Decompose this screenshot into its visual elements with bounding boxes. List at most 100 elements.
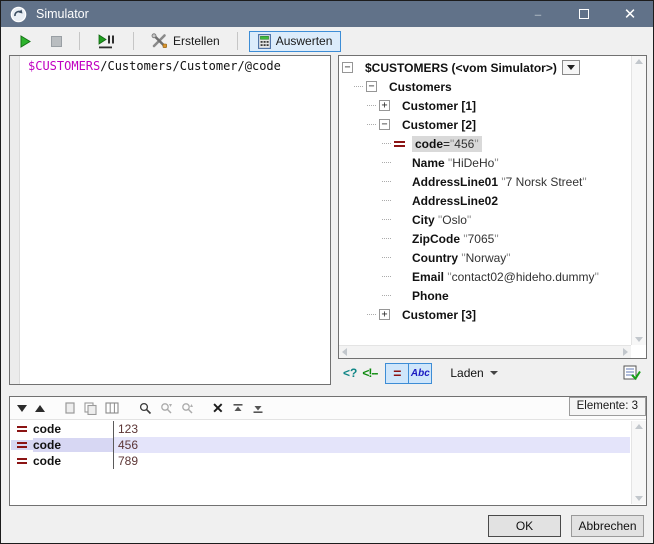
stop-icon bbox=[51, 36, 62, 47]
results-vertical-scrollbar[interactable] bbox=[631, 421, 646, 504]
tree-item[interactable]: − $CUSTOMERS (<vom Simulator>) bbox=[340, 58, 630, 77]
result-row[interactable]: code789 bbox=[11, 453, 630, 469]
tree-horizontal-scrollbar[interactable] bbox=[339, 345, 631, 358]
attribute-icon bbox=[11, 424, 33, 434]
tree-item[interactable]: City "Oslo" bbox=[340, 210, 630, 229]
tree-item[interactable]: AddressLine01 "7 Norsk Street" bbox=[340, 172, 630, 191]
go-to-bottom-button[interactable] bbox=[252, 403, 264, 414]
tree-connector bbox=[382, 143, 391, 144]
maximize-icon bbox=[579, 9, 589, 19]
tree-item[interactable]: Phone bbox=[340, 286, 630, 305]
find-previous-button[interactable] bbox=[181, 402, 194, 415]
scroll-right-icon[interactable] bbox=[623, 348, 628, 356]
laden-label: Laden bbox=[450, 366, 483, 380]
chevron-down-icon bbox=[490, 371, 498, 375]
attribute-icon bbox=[11, 440, 33, 450]
close-button[interactable]: ✕ bbox=[607, 1, 653, 27]
scroll-up-icon[interactable] bbox=[635, 59, 643, 64]
titlebar: Simulator – ✕ bbox=[1, 1, 653, 27]
tree-connector bbox=[382, 219, 391, 220]
load-result-icon[interactable] bbox=[623, 365, 641, 381]
expand-plus-icon[interactable]: + bbox=[379, 100, 390, 111]
tree-node-text: Customer [3] bbox=[402, 308, 476, 322]
run-button[interactable] bbox=[13, 32, 38, 51]
tree-item[interactable]: ZipCode "7065" bbox=[340, 229, 630, 248]
result-row[interactable]: code123 bbox=[11, 421, 630, 437]
result-name: code bbox=[33, 422, 113, 436]
magnifier-next-icon bbox=[160, 402, 173, 415]
scroll-down-icon[interactable] bbox=[635, 496, 643, 501]
node-value: 7065 bbox=[468, 232, 495, 246]
main-toolbar: Erstellen Auswerten bbox=[1, 27, 653, 55]
tree-item[interactable]: +Customer [1] bbox=[340, 96, 630, 115]
maximize-button[interactable] bbox=[561, 1, 607, 27]
magnifier-icon bbox=[139, 402, 152, 415]
xpath-expression-input[interactable]: $CUSTOMERS/Customers/Customer/@code bbox=[20, 56, 281, 384]
tree-node-text: Email "contact02@hideho.dummy" bbox=[412, 270, 599, 284]
calculator-icon bbox=[258, 34, 271, 49]
copy-button[interactable] bbox=[65, 402, 76, 415]
laden-dropdown[interactable]: Laden bbox=[446, 364, 501, 382]
scroll-up-icon[interactable] bbox=[635, 424, 643, 429]
results-table: code123code456code789 bbox=[11, 421, 630, 504]
build-tools-icon bbox=[151, 33, 168, 49]
processing-instruction-icon[interactable]: <? bbox=[343, 366, 357, 380]
tree-node-text: $CUSTOMERS (<vom Simulator>) bbox=[365, 61, 557, 75]
collapse-minus-icon[interactable]: − bbox=[366, 81, 377, 92]
tree-connector bbox=[382, 200, 391, 201]
equals-icon: = bbox=[393, 365, 401, 381]
erstellen-button[interactable]: Erstellen bbox=[145, 30, 226, 52]
node-value: Oslo bbox=[442, 213, 467, 227]
ok-button[interactable]: OK bbox=[488, 515, 561, 537]
chevron-down-icon bbox=[567, 65, 575, 70]
tree-connector bbox=[367, 314, 376, 315]
tree-connector bbox=[382, 276, 391, 277]
scroll-down-icon[interactable] bbox=[635, 337, 643, 342]
tree-item[interactable]: code ="456" bbox=[340, 134, 630, 153]
node-label: Email bbox=[412, 270, 444, 284]
node-label: ZipCode bbox=[412, 232, 460, 246]
results-panel: ✕ Elemente: 3 code123code456code789 bbox=[9, 396, 647, 506]
tree-vertical-scrollbar[interactable] bbox=[631, 56, 646, 345]
tree-item[interactable]: −Customers bbox=[340, 77, 630, 96]
result-value: 123 bbox=[113, 421, 630, 437]
show-text-toggle[interactable]: Abc bbox=[408, 363, 432, 384]
expand-plus-icon[interactable]: + bbox=[379, 309, 390, 320]
source-dropdown-button[interactable] bbox=[562, 60, 580, 75]
tree-item[interactable]: Name "HiDeHo" bbox=[340, 153, 630, 172]
show-attributes-toggle[interactable]: = bbox=[385, 363, 409, 384]
tree-item[interactable]: Email "contact02@hideho.dummy" bbox=[340, 267, 630, 286]
previous-result-button[interactable] bbox=[35, 405, 45, 412]
copy-all-button[interactable] bbox=[84, 402, 97, 415]
tree-item[interactable]: AddressLine02 bbox=[340, 191, 630, 210]
cancel-button[interactable]: Abbrechen bbox=[571, 515, 644, 537]
tree-item[interactable]: −Customer [2] bbox=[340, 115, 630, 134]
find-next-button[interactable] bbox=[160, 402, 173, 415]
close-quote: " bbox=[494, 232, 498, 246]
xpath-variable: $CUSTOMERS bbox=[28, 59, 100, 73]
attribute-icon bbox=[394, 139, 405, 149]
clear-results-button[interactable]: ✕ bbox=[212, 401, 224, 415]
comment-icon[interactable]: <!-- bbox=[362, 366, 377, 380]
auswerten-button[interactable]: Auswerten bbox=[249, 31, 342, 52]
arrow-to-top-icon bbox=[232, 403, 244, 414]
step-button[interactable] bbox=[91, 30, 122, 53]
scroll-left-icon[interactable] bbox=[342, 348, 347, 356]
collapse-minus-icon[interactable]: − bbox=[342, 62, 353, 73]
result-row[interactable]: code456 bbox=[11, 437, 630, 453]
columns-button[interactable] bbox=[105, 402, 119, 414]
node-label: Phone bbox=[412, 289, 449, 303]
tree-item[interactable]: + Customer [3] bbox=[340, 305, 630, 324]
go-to-top-button[interactable] bbox=[232, 403, 244, 414]
tree-item[interactable]: Country "Norway" bbox=[340, 248, 630, 267]
node-value: 456 bbox=[454, 137, 474, 151]
collapse-minus-icon[interactable]: − bbox=[379, 119, 390, 130]
erstellen-label: Erstellen bbox=[173, 34, 220, 48]
tree-node-text: AddressLine02 bbox=[412, 194, 498, 208]
copy-all-icon bbox=[84, 402, 97, 415]
next-result-button[interactable] bbox=[17, 405, 27, 412]
find-button[interactable] bbox=[139, 402, 152, 415]
tree-connector bbox=[354, 86, 363, 87]
minimize-button[interactable]: – bbox=[515, 1, 561, 27]
stop-button[interactable] bbox=[45, 33, 68, 50]
